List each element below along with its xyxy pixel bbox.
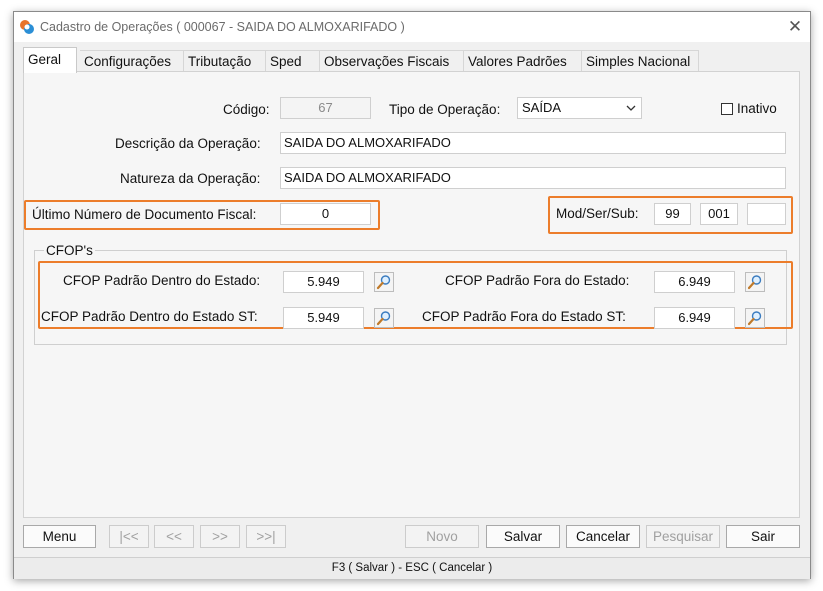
- tab-sped[interactable]: Sped: [266, 50, 320, 71]
- salvar-button[interactable]: Salvar: [486, 525, 560, 548]
- operations-window: Cadastro de Operações ( 000067 - SAIDA D…: [13, 11, 811, 579]
- window-title: Cadastro de Operações ( 000067 - SAIDA D…: [40, 20, 405, 34]
- last-record-button[interactable]: >>|: [246, 525, 286, 548]
- tab-label: Valores Padrões: [468, 54, 567, 69]
- tab-geral[interactable]: Geral: [23, 47, 77, 73]
- mod-ser-sub-label: Mod/Ser/Sub:: [556, 206, 639, 221]
- cfop-fora-estado-st-field[interactable]: 6.949: [654, 307, 735, 329]
- cfop-group-title: CFOP's: [44, 243, 95, 258]
- ultimo-numero-label: Último Número de Documento Fiscal:: [32, 207, 257, 222]
- tab-label: Observações Fiscais: [324, 54, 450, 69]
- close-button[interactable]: ✕: [782, 14, 808, 40]
- title-bar: Cadastro de Operações ( 000067 - SAIDA D…: [14, 12, 810, 42]
- tab-label: Sped: [270, 54, 302, 69]
- magnifier-icon: [376, 275, 391, 290]
- tab-valores-padroes[interactable]: Valores Padrões: [464, 50, 582, 71]
- cfop-fora-estado-field[interactable]: 6.949: [654, 271, 735, 293]
- cfop-fora-estado-st-label: CFOP Padrão Fora do Estado ST:: [422, 309, 626, 324]
- tab-label: Geral: [28, 52, 62, 67]
- mod-field[interactable]: 99: [654, 203, 691, 225]
- cfop-dentro-estado-field[interactable]: 5.949: [283, 271, 364, 293]
- descricao-label: Descrição da Operação:: [115, 136, 261, 151]
- cfop-dentro-estado-st-label: CFOP Padrão Dentro do Estado ST:: [41, 309, 258, 324]
- codigo-label: Código:: [223, 102, 270, 117]
- sair-button[interactable]: Sair: [726, 525, 800, 548]
- tab-tributacao[interactable]: Tributação: [184, 50, 266, 71]
- sub-field[interactable]: [747, 203, 786, 225]
- previous-record-button[interactable]: <<: [154, 525, 194, 548]
- ser-field[interactable]: 001: [700, 203, 738, 225]
- cfop-dentro-estado-st-lookup-button[interactable]: [374, 308, 394, 328]
- tipo-operacao-value: SAÍDA: [522, 100, 562, 115]
- cfop-dentro-estado-lookup-button[interactable]: [374, 272, 394, 292]
- first-record-button[interactable]: |<<: [109, 525, 149, 548]
- magnifier-icon: [747, 275, 762, 290]
- tab-simples-nacional[interactable]: Simples Nacional: [582, 50, 699, 71]
- ultimo-numero-field[interactable]: 0: [280, 203, 371, 225]
- cfop-fora-estado-lookup-button[interactable]: [745, 272, 765, 292]
- tipo-operacao-label: Tipo de Operação:: [389, 102, 501, 117]
- app-icon: [20, 20, 34, 34]
- novo-button[interactable]: Novo: [405, 525, 479, 548]
- cfop-dentro-estado-st-field[interactable]: 5.949: [283, 307, 364, 329]
- pesquisar-button[interactable]: Pesquisar: [646, 525, 720, 548]
- inativo-label: Inativo: [737, 101, 777, 116]
- next-record-button[interactable]: >>: [200, 525, 240, 548]
- magnifier-icon: [376, 311, 391, 326]
- menu-button[interactable]: Menu: [23, 525, 96, 548]
- tab-label: Tributação: [188, 54, 252, 69]
- natureza-label: Natureza da Operação:: [120, 171, 261, 186]
- magnifier-icon: [747, 311, 762, 326]
- tab-label: Simples Nacional: [586, 54, 691, 69]
- status-bar: F3 ( Salvar ) - ESC ( Cancelar ): [14, 557, 810, 579]
- cfop-fora-estado-label: CFOP Padrão Fora do Estado:: [445, 273, 630, 288]
- close-icon: ✕: [787, 17, 803, 36]
- tab-page-geral: Código: 67 Tipo de Operação: SAÍDA Inati…: [23, 71, 800, 518]
- cfop-dentro-estado-label: CFOP Padrão Dentro do Estado:: [63, 273, 261, 288]
- cfop-fora-estado-st-lookup-button[interactable]: [745, 308, 765, 328]
- tab-observacoes-fiscais[interactable]: Observações Fiscais: [320, 50, 464, 71]
- descricao-field[interactable]: SAIDA DO ALMOXARIFADO: [280, 132, 786, 154]
- tipo-operacao-select[interactable]: SAÍDA: [517, 97, 642, 119]
- tab-label: Configurações: [84, 54, 172, 69]
- codigo-field[interactable]: 67: [280, 97, 371, 119]
- chevron-down-icon: [626, 105, 636, 111]
- tab-configuracoes[interactable]: Configurações: [80, 50, 184, 71]
- cancelar-button[interactable]: Cancelar: [566, 525, 640, 548]
- inativo-checkbox[interactable]: [721, 103, 733, 115]
- natureza-field[interactable]: SAIDA DO ALMOXARIFADO: [280, 167, 786, 189]
